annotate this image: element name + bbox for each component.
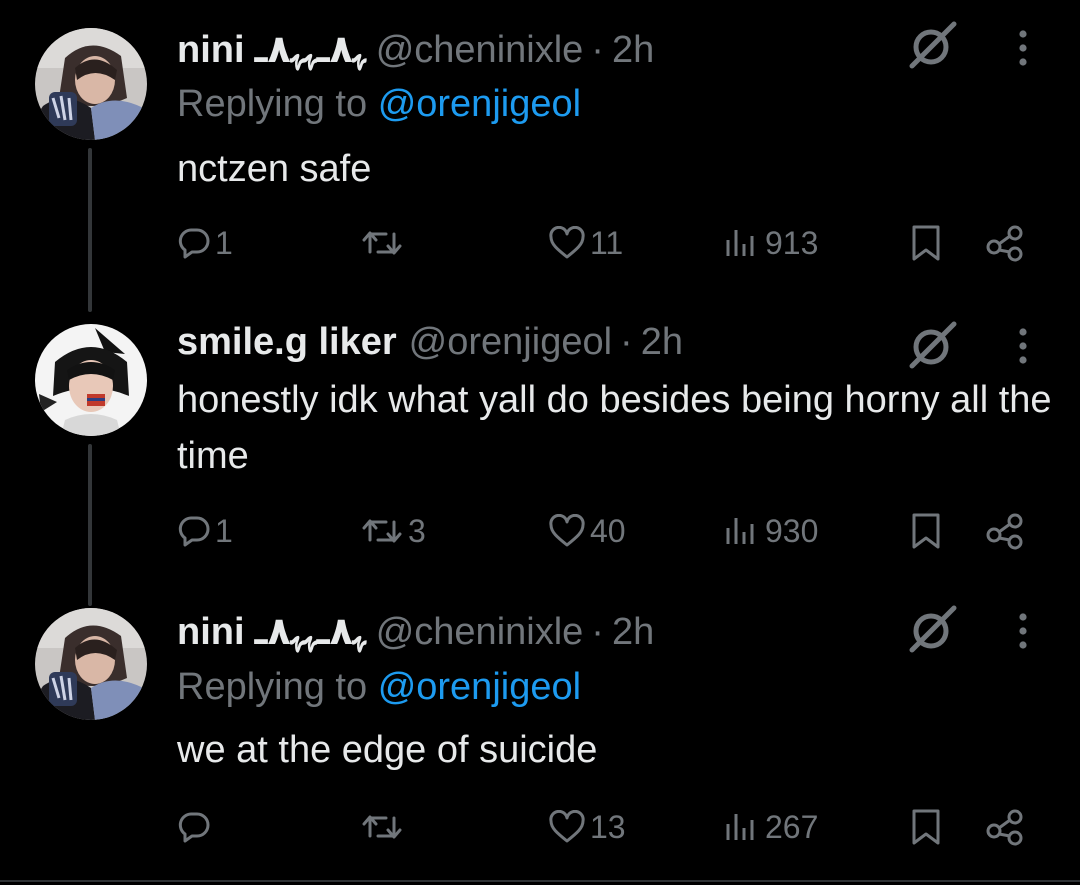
bookmark-icon xyxy=(912,513,940,549)
vertical-dots-icon[interactable] xyxy=(1008,25,1038,71)
share-button[interactable] xyxy=(985,802,1025,852)
repost-button[interactable]: 3 xyxy=(360,506,426,556)
timestamp[interactable]: 2h xyxy=(612,27,654,73)
separator-dot: · xyxy=(591,611,604,653)
view-count: 267 xyxy=(765,808,819,845)
display-name[interactable]: nini xyxy=(177,27,245,73)
repost-button[interactable] xyxy=(360,218,408,268)
like-count: 11 xyxy=(590,224,624,261)
speech-bubble-icon xyxy=(178,228,210,259)
tweet-text: we at the edge of suicide xyxy=(177,729,598,771)
grok-slash-icon[interactable] xyxy=(906,602,960,656)
views-button[interactable]: 267 xyxy=(723,802,818,852)
divider xyxy=(0,880,1080,882)
share-nodes-icon xyxy=(986,809,1023,846)
tweet-text: honestly idk what yall do besides being … xyxy=(177,379,1052,477)
avatar[interactable] xyxy=(35,324,147,436)
display-name-decoration: ﮩ٨ـﮩﮩ٨ـ xyxy=(254,611,366,653)
repost-button[interactable] xyxy=(360,802,408,852)
speech-bubble-icon xyxy=(178,516,210,547)
bookmark-button[interactable] xyxy=(910,506,942,556)
tweet[interactable]: nini ﮩ٨ـﮩﮩ٨ـ @cheninixle · 2h Replying t… xyxy=(0,600,1080,880)
tweet-actions: 1 3 40 930 xyxy=(0,506,1080,556)
timestamp[interactable]: 2h xyxy=(612,609,654,655)
reply-button[interactable]: 1 xyxy=(177,506,233,556)
reply-count: 1 xyxy=(215,224,233,261)
share-nodes-icon xyxy=(986,225,1023,262)
share-button[interactable] xyxy=(985,218,1025,268)
bar-chart-icon xyxy=(726,814,754,840)
reply-button[interactable]: 1 xyxy=(177,218,233,268)
tweet-header: smile.g liker @orenjigeol · 2h xyxy=(177,319,683,365)
display-name[interactable]: nini xyxy=(177,609,245,655)
replying-to-line: Replying to @orenjigeol xyxy=(177,664,581,710)
repost-arrows-icon xyxy=(362,519,402,543)
views-button[interactable]: 913 xyxy=(723,218,818,268)
heart-icon xyxy=(549,226,585,259)
view-count: 913 xyxy=(765,224,819,261)
vertical-dots-icon[interactable] xyxy=(1008,323,1038,369)
bookmark-button[interactable] xyxy=(910,218,942,268)
tweet-actions: 13 267 xyxy=(0,802,1080,852)
view-count: 930 xyxy=(765,512,819,549)
replying-to-handle[interactable]: @orenjigeol xyxy=(378,83,581,125)
heart-icon xyxy=(549,514,585,547)
tweet[interactable]: nini ﮩ٨ـﮩﮩ٨ـ @cheninixle · 2h Replying t… xyxy=(0,0,1080,312)
user-handle[interactable]: @orenjigeol xyxy=(409,319,612,365)
tweet-text: nctzen safe xyxy=(177,148,372,190)
conversation-thread: nini ﮩ٨ـﮩﮩ٨ـ @cheninixle · 2h Replying t… xyxy=(0,0,1080,885)
bookmark-icon xyxy=(912,809,940,845)
like-button[interactable]: 40 xyxy=(548,506,626,556)
timestamp[interactable]: 2h xyxy=(641,319,683,365)
separator-dot: · xyxy=(620,321,633,363)
reply-count: 1 xyxy=(215,512,233,549)
avatar[interactable] xyxy=(35,28,147,140)
reply-button[interactable] xyxy=(177,802,215,852)
replying-to-handle[interactable]: @orenjigeol xyxy=(378,666,581,708)
separator-dot: · xyxy=(591,29,604,71)
share-button[interactable] xyxy=(985,506,1025,556)
tweet-header: nini ﮩ٨ـﮩﮩ٨ـ @cheninixle · 2h xyxy=(177,27,654,73)
speech-bubble-icon xyxy=(178,812,210,843)
tweet-header: nini ﮩ٨ـﮩﮩ٨ـ @cheninixle · 2h xyxy=(177,609,654,655)
grok-slash-icon[interactable] xyxy=(906,18,960,72)
heart-icon xyxy=(549,810,585,843)
replying-to-label: Replying to xyxy=(177,83,368,125)
display-name-decoration: ﮩ٨ـﮩﮩ٨ـ xyxy=(254,29,366,71)
share-nodes-icon xyxy=(986,513,1023,550)
bar-chart-icon xyxy=(726,518,754,544)
bookmark-button[interactable] xyxy=(910,802,942,852)
like-button[interactable]: 11 xyxy=(548,218,623,268)
replying-to-line: Replying to @orenjigeol xyxy=(177,81,581,127)
like-button[interactable]: 13 xyxy=(548,802,626,852)
tweet-actions: 1 11 913 xyxy=(0,218,1080,268)
tweet[interactable]: smile.g liker @orenjigeol · 2h honestly … xyxy=(0,310,1080,606)
replying-to-label: Replying to xyxy=(177,666,368,708)
like-count: 40 xyxy=(590,512,626,549)
repost-count: 3 xyxy=(408,512,426,549)
bookmark-icon xyxy=(912,225,940,261)
user-handle[interactable]: @cheninixle xyxy=(376,27,584,73)
user-handle[interactable]: @cheninixle xyxy=(376,609,584,655)
repost-arrows-icon xyxy=(362,815,402,839)
views-button[interactable]: 930 xyxy=(723,506,818,556)
display-name[interactable]: smile.g liker xyxy=(177,319,397,365)
repost-arrows-icon xyxy=(362,231,402,255)
grok-slash-icon[interactable] xyxy=(906,318,960,372)
bar-chart-icon xyxy=(726,230,754,256)
avatar[interactable] xyxy=(35,608,147,720)
vertical-dots-icon[interactable] xyxy=(1008,608,1038,654)
like-count: 13 xyxy=(590,808,626,845)
